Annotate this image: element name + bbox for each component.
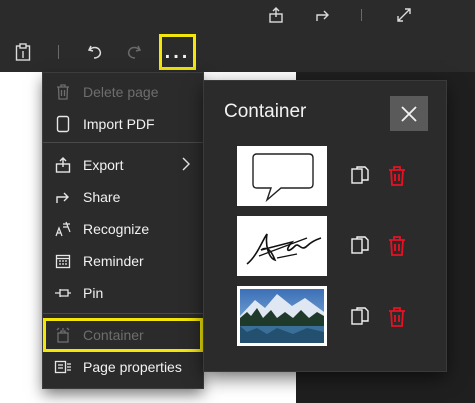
landscape-photo [240, 289, 324, 343]
copy-icon[interactable] [349, 306, 371, 328]
chevron-right-icon [181, 157, 191, 174]
menu-separator [43, 313, 203, 314]
speech-bubble-drawing [252, 153, 314, 203]
container-item-thumbnail[interactable] [237, 216, 327, 276]
document-icon [43, 108, 83, 140]
menu-item-import-pdf[interactable]: Import PDF [43, 108, 203, 140]
container-item-thumbnail[interactable] [237, 146, 327, 206]
container-highlight [43, 318, 203, 352]
calendar-icon [43, 245, 83, 277]
menu-item-label: Share [83, 189, 121, 205]
copy-icon[interactable] [349, 235, 371, 257]
share-page-icon[interactable] [266, 5, 286, 25]
menu-item-label: Pin [83, 285, 104, 301]
menu-item-page-properties[interactable]: Page properties [43, 351, 203, 383]
menu-item-label: Reminder [83, 253, 144, 269]
undo-icon[interactable] [85, 42, 105, 62]
page-properties-icon [43, 351, 83, 383]
close-button[interactable] [390, 96, 428, 131]
signature [246, 233, 322, 265]
menu-item-label: Page properties [83, 359, 182, 375]
menu-separator [43, 142, 203, 143]
menu-item-share[interactable]: Share [43, 181, 203, 213]
menu-item-label: Delete page [83, 84, 159, 100]
share-icon [43, 181, 83, 213]
menu-item-label: Recognize [83, 221, 150, 237]
container-panel: Container [204, 81, 446, 371]
context-menu: Delete page Import PDF Export Share Reco… [43, 73, 203, 388]
fullscreen-icon[interactable] [394, 5, 414, 25]
delete-icon[interactable] [386, 306, 408, 328]
recognize-icon [43, 213, 83, 245]
container-item-thumbnail[interactable] [237, 286, 327, 346]
more-options-button[interactable]: ... [159, 34, 196, 70]
menu-item-label: Export [83, 157, 124, 173]
export-icon [43, 149, 83, 181]
delete-icon[interactable] [386, 235, 408, 257]
share-icon[interactable] [313, 5, 333, 25]
menu-item-export[interactable]: Export [43, 149, 203, 181]
copy-icon[interactable] [349, 165, 371, 187]
toolbar-separator [361, 9, 362, 21]
delete-icon[interactable] [386, 165, 408, 187]
panel-title: Container [224, 101, 307, 122]
close-icon [401, 105, 417, 122]
trash-icon [43, 76, 83, 108]
menu-item-recognize[interactable]: Recognize [43, 213, 203, 245]
menu-item-delete-page: Delete page [43, 76, 203, 108]
menu-item-pin[interactable]: Pin [43, 277, 203, 309]
redo-icon[interactable] [124, 42, 144, 62]
pin-icon [43, 277, 83, 309]
menu-item-label: Import PDF [83, 116, 155, 132]
clipboard-icon[interactable] [13, 42, 33, 62]
toolbar-separator [58, 45, 59, 59]
menu-item-reminder[interactable]: Reminder [43, 245, 203, 277]
